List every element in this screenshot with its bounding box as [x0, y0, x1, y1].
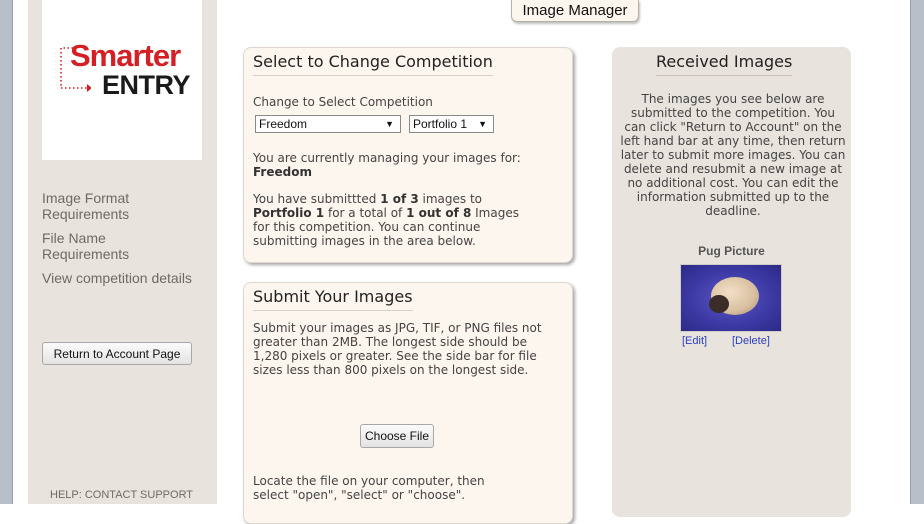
- logo: Smarter ENTRY: [42, 0, 202, 160]
- help-contact-support-link[interactable]: HELP: CONTACT SUPPORT: [50, 489, 193, 501]
- competition-panel: Select to Change Competition Change to S…: [243, 47, 573, 263]
- triangle-down-icon: ▼: [385, 119, 394, 129]
- choose-file-button[interactable]: Choose File: [360, 424, 434, 448]
- submit-panel: Submit Your Images Submit your images as…: [243, 282, 573, 524]
- competition-select[interactable]: Freedom ▼: [255, 115, 401, 133]
- managing-text: You are currently managing your images f…: [253, 151, 521, 179]
- received-images-panel: Received Images The images you see below…: [612, 47, 851, 517]
- window-frame-left: [0, 0, 13, 504]
- pug-face-shape: [709, 295, 729, 313]
- image-title: Pug Picture: [698, 244, 765, 258]
- submission-status-text: You have submittted 1 of 3 images to Por…: [253, 192, 519, 248]
- submit-instructions: Submit your images as JPG, TIF, or PNG f…: [253, 321, 542, 377]
- triangle-down-icon: ▼: [478, 119, 487, 129]
- locate-file-text: Locate the file on your computer, then s…: [253, 474, 485, 502]
- received-images-description: The images you see below are submitted t…: [620, 92, 846, 218]
- pug-image-thumbnail[interactable]: [680, 264, 782, 332]
- sidebar-link-competition-details[interactable]: View competition details: [42, 270, 192, 286]
- sidebar-link-file-name[interactable]: File Name Requirements: [42, 230, 192, 262]
- page-title: Image Manager: [511, 0, 639, 22]
- logo-word-entry: ENTRY: [102, 70, 191, 100]
- sidebar-link-image-format[interactable]: Image Format Requirements: [42, 190, 192, 222]
- return-to-account-button[interactable]: Return to Account Page: [42, 342, 192, 365]
- received-images-heading: Received Images: [656, 52, 793, 76]
- competition-panel-heading: Select to Change Competition: [253, 52, 493, 76]
- managing-competition-name: Freedom: [253, 165, 312, 179]
- competition-select-value: Freedom: [259, 117, 308, 131]
- portfolio-select-value: Portfolio 1: [413, 117, 468, 131]
- delete-image-link[interactable]: [Delete]: [732, 335, 770, 347]
- edit-image-link[interactable]: [Edit]: [682, 335, 707, 347]
- window-frame-right: [910, 0, 924, 504]
- portfolio-select[interactable]: Portfolio 1 ▼: [409, 115, 494, 133]
- submit-panel-heading: Submit Your Images: [253, 287, 413, 311]
- select-competition-label: Change to Select Competition: [253, 95, 433, 109]
- logo-word-smarter: Smarter: [70, 38, 181, 73]
- sidebar: Smarter ENTRY Image Format Requirements …: [28, 0, 217, 504]
